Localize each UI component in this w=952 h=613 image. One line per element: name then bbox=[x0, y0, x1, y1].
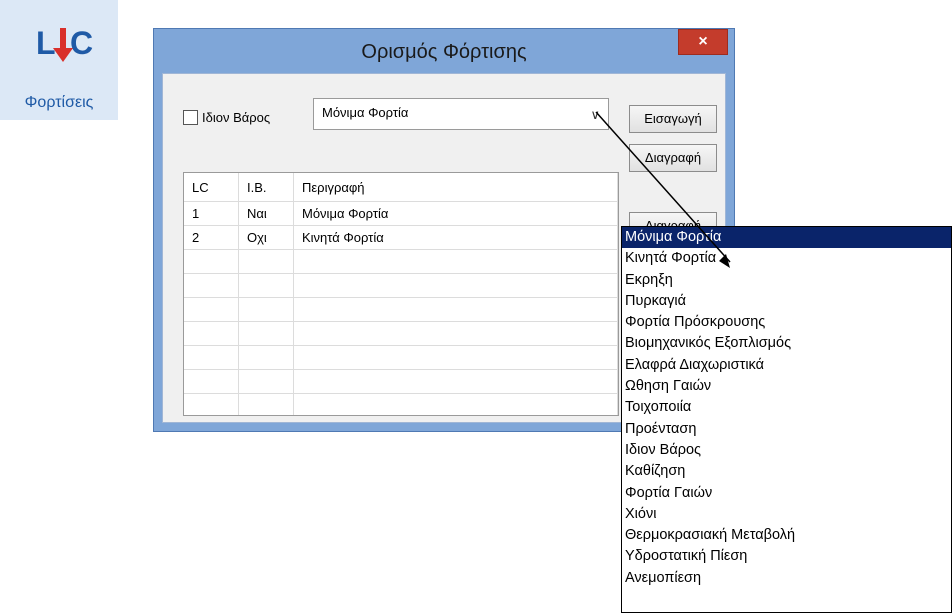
annotation-arrow bbox=[595, 111, 731, 268]
